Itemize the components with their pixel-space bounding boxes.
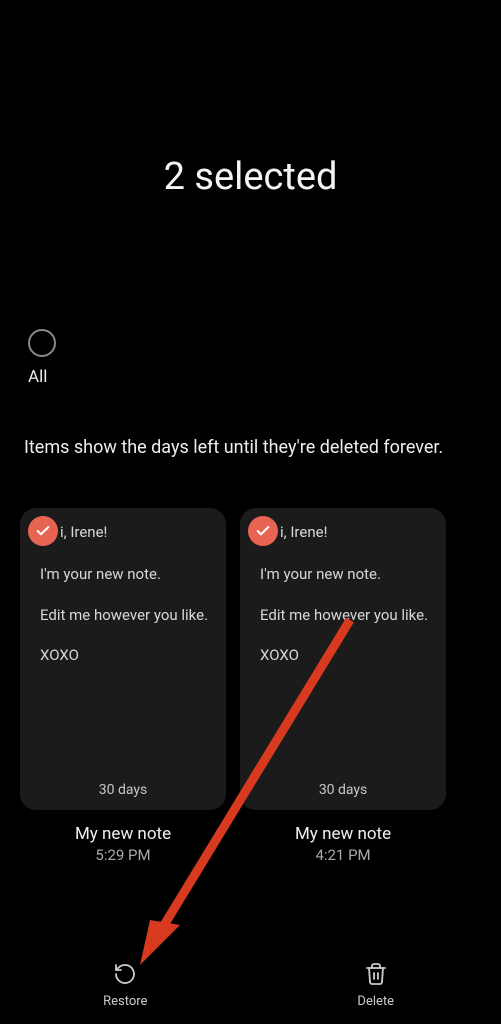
note-card[interactable]: i, Irene! I'm your new note. Edit me how… bbox=[20, 508, 226, 810]
note-card-wrapper: i, Irene! I'm your new note. Edit me how… bbox=[240, 508, 446, 864]
note-title: My new note bbox=[20, 824, 226, 844]
restore-button[interactable]: Restore bbox=[0, 946, 251, 1024]
note-card-wrapper: i, Irene! I'm your new note. Edit me how… bbox=[20, 508, 226, 864]
note-body: I'm your new note. Edit me however you l… bbox=[260, 564, 428, 665]
select-all-section: All bbox=[0, 329, 501, 387]
note-time: 5:29 PM bbox=[20, 846, 226, 864]
note-body: I'm your new note. Edit me however you l… bbox=[40, 564, 208, 665]
notes-grid: i, Irene! I'm your new note. Edit me how… bbox=[0, 508, 501, 864]
bottom-action-bar: Restore Delete bbox=[0, 946, 501, 1024]
select-all-label: All bbox=[28, 367, 501, 387]
page-title: 2 selected bbox=[0, 155, 501, 199]
note-greeting: i, Irene! bbox=[280, 522, 428, 542]
restore-label: Restore bbox=[103, 994, 147, 1009]
delete-label: Delete bbox=[357, 994, 394, 1009]
delete-button[interactable]: Delete bbox=[251, 946, 501, 1024]
info-text: Items show the days left until they're d… bbox=[0, 435, 501, 460]
note-title: My new note bbox=[240, 824, 446, 844]
header: 2 selected bbox=[0, 0, 501, 199]
note-meta: My new note 5:29 PM bbox=[20, 824, 226, 864]
selected-check-icon bbox=[28, 516, 58, 546]
note-days-left: 30 days bbox=[38, 782, 208, 798]
note-days-left: 30 days bbox=[258, 782, 428, 798]
trash-icon bbox=[364, 962, 388, 990]
note-card[interactable]: i, Irene! I'm your new note. Edit me how… bbox=[240, 508, 446, 810]
restore-icon bbox=[113, 962, 137, 990]
note-greeting: i, Irene! bbox=[60, 522, 208, 542]
note-time: 4:21 PM bbox=[240, 846, 446, 864]
note-meta: My new note 4:21 PM bbox=[240, 824, 446, 864]
select-all-checkbox[interactable] bbox=[28, 329, 56, 357]
